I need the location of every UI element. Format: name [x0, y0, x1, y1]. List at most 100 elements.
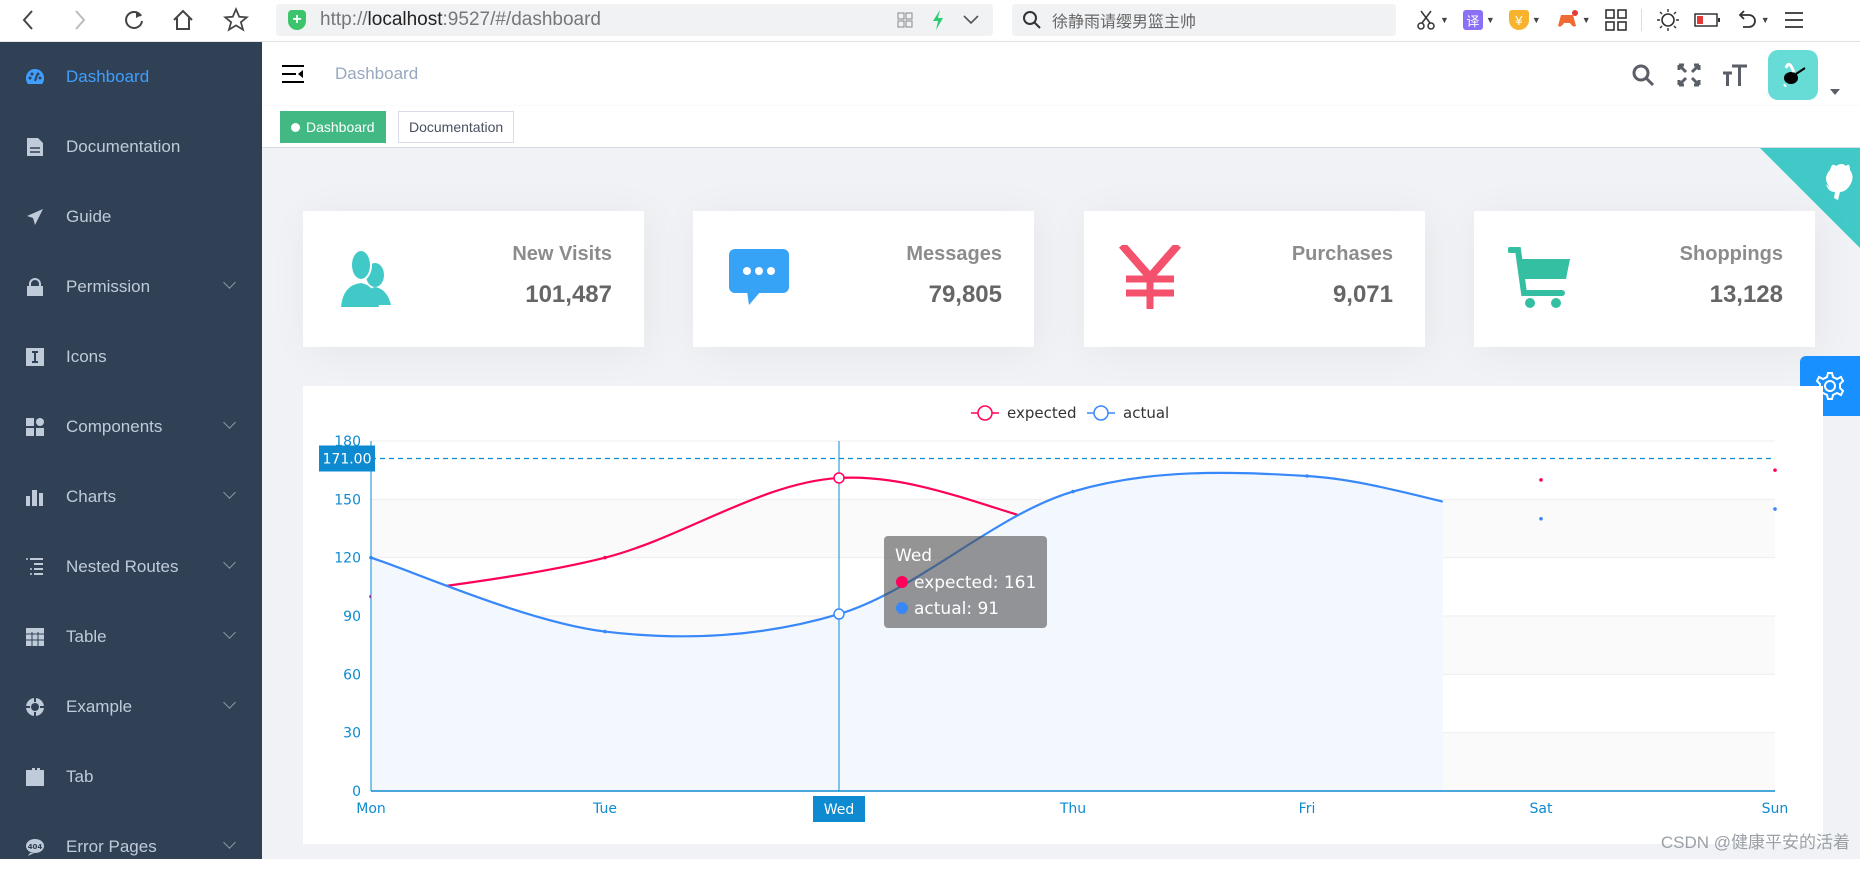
sidebar-item-table[interactable]: Table — [0, 602, 262, 672]
fullscreen-icon — [1677, 63, 1701, 87]
lightning-icon[interactable] — [931, 10, 945, 30]
dropdown-arrow-icon: ▼ — [1485, 15, 1495, 25]
undo-button[interactable]: ▼ — [1736, 9, 1770, 31]
actual-point — [603, 629, 607, 634]
sidebar-item-label: Dashboard — [66, 67, 150, 86]
card-title: Shoppings — [1679, 243, 1783, 265]
card-title: Messages — [906, 243, 1002, 265]
tooltip-marker-actual — [896, 602, 908, 614]
line-chart[interactable]: 0306090120150180Mon Tue Thu Fri Sat Sun171.00… — [303, 386, 1823, 844]
header-search-button[interactable] — [1630, 62, 1656, 88]
forward-button[interactable] — [60, 0, 100, 40]
dashboard-icon — [24, 66, 46, 88]
dropdown-arrow-icon: ▼ — [1531, 15, 1541, 25]
screenshot-extension[interactable]: ▼ — [1415, 9, 1449, 31]
legend-actual-label: actual — [1123, 404, 1169, 422]
sidebar-item-documentation[interactable]: Documentation — [0, 112, 262, 182]
expected-highlight-point — [833, 472, 845, 484]
sidebar-item-label: Tab — [66, 767, 94, 786]
address-bar[interactable]: + http://localhost:9527/#/dashboard — [276, 4, 993, 36]
reload-button[interactable] — [114, 0, 154, 40]
sidebar-item-nested-routes[interactable]: Nested Routes — [0, 532, 262, 602]
actual-point — [1305, 474, 1309, 478]
browser-search-box[interactable]: 徐静雨请缨男篮主帅 — [1012, 4, 1396, 36]
avatar-image-icon — [1783, 62, 1806, 88]
battery-button[interactable] — [1693, 12, 1722, 28]
home-icon — [173, 9, 193, 30]
sidebar-item-dashboard[interactable]: Dashboard — [0, 42, 262, 112]
tag-documentation[interactable]: Documentation — [398, 111, 515, 143]
actual-point — [1539, 516, 1543, 521]
sidebar-item-charts[interactable]: Charts — [0, 462, 262, 532]
fullscreen-button[interactable] — [1676, 62, 1702, 88]
menu-fold-icon — [282, 65, 304, 83]
axis-pointer-x-label: Wed — [824, 802, 855, 818]
legend-expected-label: expected — [1007, 404, 1076, 422]
sidebar-item-example[interactable]: Example — [0, 672, 262, 742]
search-placeholder: 徐静雨请缨男篮主帅 — [1052, 14, 1197, 31]
tag-label: Documentation — [409, 119, 504, 135]
chart-icon — [24, 486, 46, 508]
avatar-dropdown-caret-icon[interactable] — [1830, 89, 1840, 95]
y-tick-label: 150 — [334, 492, 361, 508]
sidebar-item-label: Permission — [66, 277, 151, 296]
nested-icon — [24, 556, 46, 578]
size-select-button[interactable] — [1722, 62, 1748, 88]
search-icon — [1632, 64, 1655, 87]
sidebar-item-label: Error Pages — [66, 837, 157, 856]
tooltip-row-actual: actual: 91 — [914, 599, 999, 619]
dropdown-arrow-icon: ▼ — [1440, 15, 1449, 25]
sidebar-item-icons[interactable]: Icons — [0, 322, 262, 392]
sidebar-item-label: Components — [66, 417, 163, 436]
translate-extension[interactable]: 译 ▼ — [1462, 10, 1495, 30]
x-tick-label: Thu — [1059, 801, 1086, 817]
card-messages[interactable]: Messages 79,805 — [693, 211, 1034, 347]
sidebar-item-permission[interactable]: Permission — [0, 252, 262, 322]
sidebar-item-guide[interactable]: Guide — [0, 182, 262, 252]
avatar[interactable] — [1768, 50, 1818, 100]
card-new-visits[interactable]: New Visits 101,487 — [303, 211, 644, 347]
home-button[interactable] — [163, 0, 203, 40]
icons-icon — [24, 346, 46, 368]
sidebar: Dashboard Documentation Guide Permission… — [0, 42, 262, 859]
sidebar-item-tab[interactable]: Tab — [0, 742, 262, 812]
chevron-down-icon — [223, 416, 236, 429]
brightness-button[interactable] — [1656, 8, 1680, 32]
actual-highlight-point — [833, 608, 845, 620]
url-host: localhost — [367, 9, 443, 30]
qr-code-icon[interactable] — [897, 12, 913, 28]
apps-button[interactable] — [1604, 9, 1627, 31]
sidebar-item-error-pages[interactable]: 404 Error Pages — [0, 812, 262, 882]
watermark: CSDN @健康平安的活着 — [1660, 833, 1850, 852]
peoples-icon — [341, 249, 391, 307]
card-shoppings[interactable]: Shoppings 13,128 — [1474, 211, 1815, 347]
tooltip-row-expected: expected: 161 — [914, 573, 1036, 593]
tag-dashboard[interactable]: Dashboard — [280, 111, 386, 143]
sidebar-item-components[interactable]: Components — [0, 392, 262, 462]
browser-menu-button[interactable] — [1784, 11, 1804, 29]
card-purchases[interactable]: Purchases 9,071 — [1084, 211, 1425, 347]
legend-expected-marker — [977, 405, 993, 421]
translate-icon: 译 — [1462, 10, 1483, 30]
documentation-icon — [24, 136, 46, 158]
chevron-down-icon — [223, 486, 236, 499]
y-tick-label: 0 — [352, 784, 361, 800]
bookmark-button[interactable] — [216, 0, 256, 40]
game-extension[interactable]: ▼ — [1555, 10, 1591, 30]
card-value: 9,071 — [1332, 281, 1393, 308]
expected-point — [1773, 468, 1777, 472]
tooltip-title: Wed — [895, 546, 932, 566]
back-button[interactable] — [8, 0, 48, 40]
secure-shield-icon: + — [288, 10, 306, 30]
sidebar-item-label: Guide — [66, 207, 112, 226]
shopping-extension[interactable]: ¥ ▼ — [1508, 10, 1541, 30]
axis-pointer-y-label: 171.00 — [323, 452, 372, 468]
card-title: New Visits — [512, 243, 612, 265]
sidebar-item-label: Table — [66, 627, 107, 646]
grid-icon — [1604, 9, 1627, 31]
hamburger-button[interactable] — [282, 64, 304, 84]
chevron-down-icon[interactable] — [963, 15, 979, 25]
table-icon — [24, 626, 46, 648]
y-tick-label: 60 — [343, 667, 361, 683]
font-size-icon — [1723, 64, 1747, 86]
